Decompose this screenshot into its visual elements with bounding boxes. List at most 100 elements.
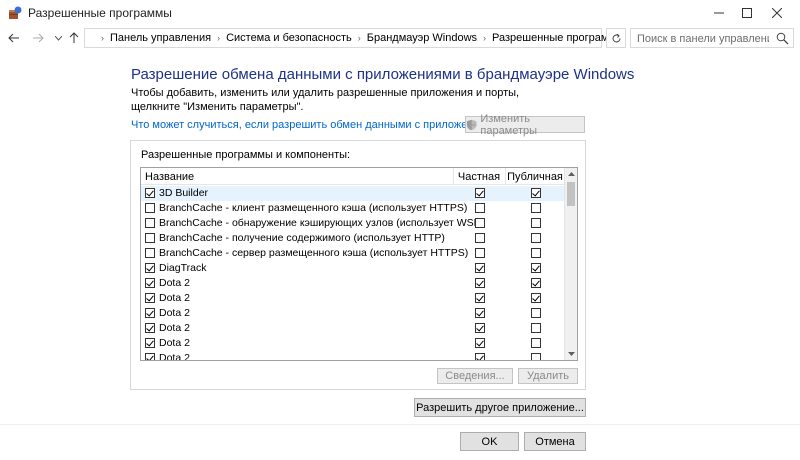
breadcrumb-separator[interactable]: › <box>483 33 486 43</box>
private-checkbox[interactable] <box>475 248 485 258</box>
breadcrumb-control-panel[interactable]: Панель управления <box>110 32 211 44</box>
enable-checkbox[interactable] <box>145 218 155 228</box>
ok-button[interactable]: OK <box>460 432 519 451</box>
table-row[interactable]: BranchCache - получение содержимого (исп… <box>141 231 565 246</box>
private-checkbox[interactable] <box>475 233 485 243</box>
table-row[interactable]: 3D Builder <box>141 186 565 201</box>
public-checkbox[interactable] <box>531 203 541 213</box>
breadcrumb-system-security[interactable]: Система и безопасность <box>226 32 352 44</box>
table-row[interactable]: Dota 2 <box>141 321 565 336</box>
risk-info-link[interactable]: Что может случиться, если разрешить обме… <box>131 119 499 131</box>
address-bar[interactable]: › Панель управления › Система и безопасн… <box>84 28 624 48</box>
breadcrumb-windows-firewall[interactable]: Брандмауэр Windows <box>367 32 477 44</box>
close-icon <box>772 8 782 18</box>
table-row[interactable]: Dota 2 <box>141 306 565 321</box>
close-button[interactable] <box>754 0 800 26</box>
refresh-icon <box>612 33 620 42</box>
enable-checkbox[interactable] <box>145 308 155 318</box>
app-name: 3D Builder <box>159 187 209 199</box>
table-row[interactable]: Dota 2 <box>141 276 565 291</box>
private-checkbox[interactable] <box>475 338 485 348</box>
recent-locations-button[interactable] <box>50 30 66 46</box>
enable-checkbox[interactable] <box>145 338 155 348</box>
public-checkbox[interactable] <box>531 338 541 348</box>
enable-checkbox[interactable] <box>145 263 155 273</box>
enable-checkbox[interactable] <box>145 248 155 258</box>
column-header-public[interactable]: Публичная <box>506 168 564 185</box>
breadcrumb-separator: › <box>101 33 104 43</box>
allowed-apps-list[interactable]: Название Частная Публичная 3D Builder Br… <box>140 167 578 361</box>
details-button[interactable]: Сведения... <box>437 368 513 384</box>
private-checkbox[interactable] <box>475 308 485 318</box>
delete-button[interactable]: Удалить <box>518 368 578 384</box>
public-checkbox[interactable] <box>531 233 541 243</box>
public-checkbox[interactable] <box>531 293 541 303</box>
title-bar: Разрешенные программы <box>0 0 800 26</box>
enable-checkbox[interactable] <box>145 188 155 198</box>
scroll-up-arrow[interactable] <box>565 168 577 180</box>
cancel-button[interactable]: Отмена <box>524 432 586 451</box>
allow-other-app-button[interactable]: Разрешить другое приложение... <box>414 398 586 417</box>
public-checkbox[interactable] <box>531 308 541 318</box>
table-row[interactable]: BranchCache - сервер размещенного кэша (… <box>141 246 565 261</box>
table-row[interactable]: DiagTrack <box>141 261 565 276</box>
enable-checkbox[interactable] <box>145 353 155 360</box>
minimize-icon <box>714 12 724 14</box>
scrollbar-thumb[interactable] <box>567 182 575 206</box>
enable-checkbox[interactable] <box>145 293 155 303</box>
column-divider[interactable] <box>453 168 454 185</box>
column-header-private[interactable]: Частная <box>455 168 503 185</box>
public-checkbox[interactable] <box>531 263 541 273</box>
public-checkbox[interactable] <box>531 323 541 333</box>
maximize-icon <box>742 8 752 18</box>
private-checkbox[interactable] <box>475 218 485 228</box>
breadcrumb-separator[interactable]: › <box>358 33 361 43</box>
footer-divider <box>0 424 800 425</box>
public-checkbox[interactable] <box>531 353 541 360</box>
back-button[interactable] <box>6 30 22 46</box>
app-name: BranchCache - получение содержимого (исп… <box>159 232 445 244</box>
app-name: Dota 2 <box>159 307 190 319</box>
private-checkbox[interactable] <box>475 293 485 303</box>
app-name: Dota 2 <box>159 277 190 289</box>
scroll-down-arrow[interactable] <box>565 348 577 360</box>
private-checkbox[interactable] <box>475 323 485 333</box>
app-name: Dota 2 <box>159 292 190 304</box>
public-checkbox[interactable] <box>531 188 541 198</box>
breadcrumb-separator[interactable]: › <box>217 33 220 43</box>
navigation-bar: › Панель управления › Система и безопасн… <box>0 26 800 50</box>
private-checkbox[interactable] <box>475 203 485 213</box>
table-row[interactable]: BranchCache - клиент размещенного кэша (… <box>141 201 565 216</box>
enable-checkbox[interactable] <box>145 203 155 213</box>
enable-checkbox[interactable] <box>145 233 155 243</box>
private-checkbox[interactable] <box>475 353 485 360</box>
up-button[interactable] <box>66 30 82 46</box>
private-checkbox[interactable] <box>475 188 485 198</box>
enable-checkbox[interactable] <box>145 323 155 333</box>
table-row[interactable]: BranchCache - обнаружение кэширующих узл… <box>141 216 565 231</box>
change-settings-button[interactable]: Изменить параметры <box>465 113 585 137</box>
list-header: Название Частная Публичная <box>141 168 565 185</box>
allowed-apps-group-label: Разрешенные программы и компоненты: <box>141 149 351 161</box>
uac-shield-icon <box>466 119 477 130</box>
forward-button[interactable] <box>30 30 46 46</box>
table-row[interactable]: Dota 2 <box>141 336 565 351</box>
enable-checkbox[interactable] <box>145 278 155 288</box>
arrow-right-icon <box>33 33 44 43</box>
refresh-button[interactable] <box>606 28 626 48</box>
breadcrumb-allowed-apps[interactable]: Разрешенные программы <box>492 32 624 44</box>
firewall-app-icon <box>9 6 22 19</box>
public-checkbox[interactable] <box>531 278 541 288</box>
vertical-scrollbar[interactable] <box>564 168 577 360</box>
public-checkbox[interactable] <box>531 248 541 258</box>
public-checkbox[interactable] <box>531 218 541 228</box>
arrow-left-icon <box>8 33 19 43</box>
search-input[interactable] <box>637 32 769 45</box>
private-checkbox[interactable] <box>475 263 485 273</box>
column-header-name[interactable]: Название <box>145 168 451 185</box>
table-row[interactable]: Dota 2 <box>141 291 565 306</box>
table-row[interactable]: Dota 2 <box>141 351 565 360</box>
app-name: BranchCache - сервер размещенного кэша (… <box>159 247 469 259</box>
private-checkbox[interactable] <box>475 278 485 288</box>
search-box[interactable] <box>630 28 794 48</box>
